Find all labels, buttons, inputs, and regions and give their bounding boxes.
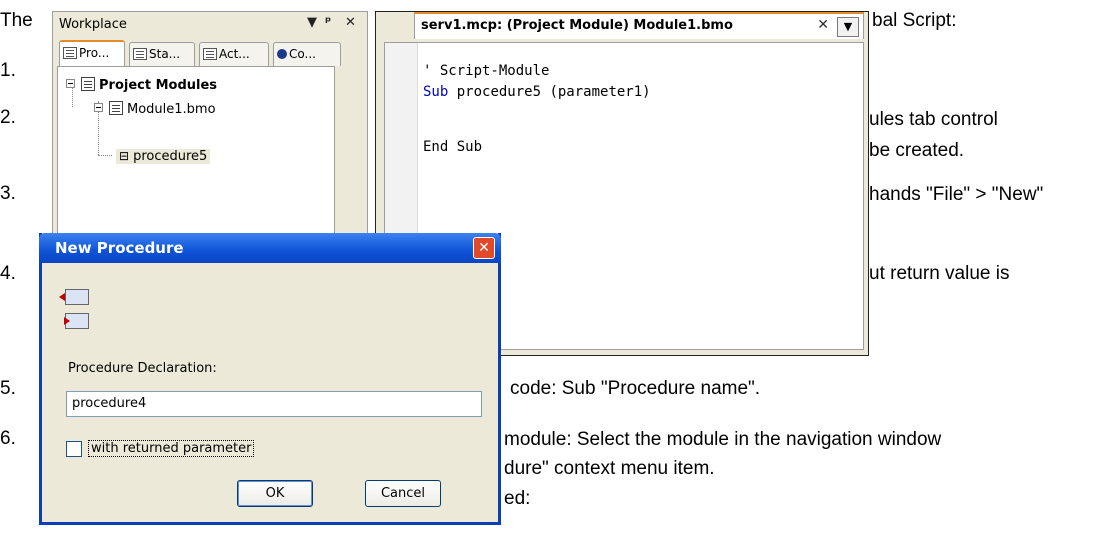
step-number-5: 5. [0, 378, 16, 399]
step-2-text: ules tab control [869, 109, 998, 130]
close-tab-icon[interactable]: ✕ [817, 17, 829, 33]
dialog-title-bar: New Procedure ✕ [39, 233, 501, 263]
step-number-1: 1. [0, 60, 16, 81]
action-icon [203, 48, 217, 60]
pin-icon[interactable]: ᵖ [325, 15, 331, 30]
procedure-declaration-label: Procedure Declaration: [68, 361, 217, 376]
cancel-button[interactable]: Cancel [365, 480, 441, 507]
dialog-title: New Procedure [55, 239, 184, 257]
dialog-close-icon[interactable]: ✕ [473, 237, 495, 259]
returned-parameter-checkbox[interactable] [66, 441, 82, 457]
step-2-text-line2: be created. [869, 140, 965, 161]
modules-folder-icon [81, 77, 95, 91]
tree-node-module[interactable]: Module1.bmo [94, 101, 216, 119]
tab-list-dropdown-icon[interactable]: ▼ [837, 17, 859, 37]
intro-text-left: The [0, 10, 33, 31]
code-line-end-sub: End Sub [423, 139, 483, 155]
sub-keyword: Sub [423, 84, 449, 100]
step-number-4: 4. [0, 263, 16, 284]
workplace-title: Workplace [59, 17, 127, 32]
tab-standard[interactable]: Sta... [129, 42, 195, 66]
code-line-sub: Sub procedure5 (parameter1) [423, 82, 651, 102]
collapse-icon[interactable] [94, 103, 103, 112]
dropdown-icon[interactable]: ▼ [307, 15, 317, 30]
step-number-3: 3. [0, 183, 16, 204]
sub-signature: procedure5 (parameter1) [448, 84, 651, 100]
ok-button[interactable]: OK [237, 480, 313, 507]
collapse-icon[interactable] [66, 79, 75, 88]
editor-tab-title: serv1.mcp: (Project Module) Module1.bmo [421, 18, 733, 33]
tab-project[interactable]: Pro... [59, 40, 125, 67]
module-file-icon [109, 101, 123, 115]
step-6-text-line2: dure" context menu item. [504, 458, 715, 479]
step-number-6: 6. [0, 428, 16, 449]
step-6-text-line3: ed: [504, 488, 531, 509]
tab-project-label: Pro... [79, 46, 110, 60]
tab-code[interactable]: Co... [273, 42, 341, 66]
step-3-text: hands "File" > "New" [869, 184, 1044, 205]
tree-node-procedure[interactable]: ⊟ procedure5 [116, 147, 211, 166]
intro-text-right: bal Script: [872, 10, 957, 31]
standard-icon [133, 48, 147, 60]
procedure-with-return-icon[interactable] [59, 289, 89, 305]
tree-node-project-modules-label: Project Modules [99, 78, 218, 93]
code-line-comment: ' Script-Module [423, 63, 550, 79]
workplace-tabs: Pro... Sta... Act... Co... [57, 40, 365, 67]
tab-action[interactable]: Act... [199, 42, 269, 66]
workplace-title-bar: Workplace ▼ ᵖ ✕ [53, 12, 367, 38]
editor-tab[interactable]: serv1.mcp: (Project Module) Module1.bmo … [414, 12, 864, 39]
procedure-icon: ⊟ [119, 149, 130, 163]
code-icon [277, 49, 287, 59]
tree-node-procedure-label: procedure5 [133, 149, 208, 164]
procedure-declaration-input[interactable]: procedure4 [66, 391, 482, 417]
tree-node-module-label: Module1.bmo [127, 102, 216, 117]
tab-standard-label: Sta... [149, 47, 181, 61]
procedure-no-return-icon[interactable] [64, 313, 89, 329]
tab-code-label: Co... [289, 47, 316, 61]
step-5-text: code: Sub "Procedure name". [510, 378, 761, 399]
new-procedure-dialog: New Procedure ✕ Procedure Declaration: p… [39, 233, 501, 525]
step-4-text: ut return value is [869, 263, 1010, 284]
returned-parameter-label[interactable]: with returned parameter [88, 440, 255, 457]
tree-node-project-modules[interactable]: Project Modules [66, 77, 217, 95]
project-icon [63, 47, 77, 59]
step-number-2: 2. [0, 107, 16, 128]
tab-action-label: Act... [219, 47, 250, 61]
step-6-text: module: Select the module in the navigat… [504, 429, 942, 450]
close-icon[interactable]: ✕ [345, 15, 356, 30]
